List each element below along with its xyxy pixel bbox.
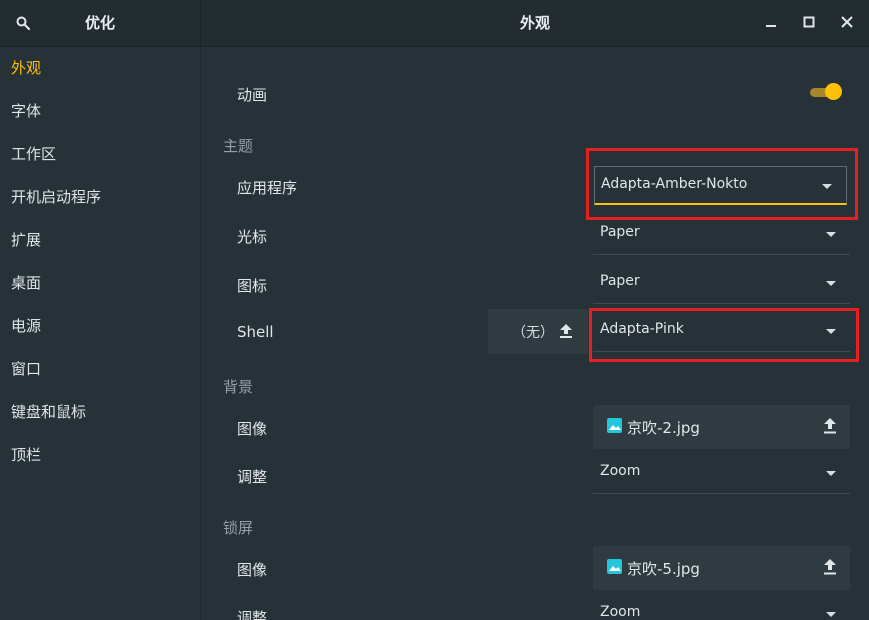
icon-theme-label: 图标: [237, 277, 268, 295]
switch-knob: [825, 83, 842, 100]
bg-image-chooser[interactable]: 京吹-2.jpg: [593, 405, 850, 449]
sidebar-title: 优化: [84, 14, 115, 32]
lock-adjust-dropdown[interactable]: Zoom: [593, 595, 850, 620]
icon-theme-dropdown[interactable]: Paper: [593, 264, 850, 304]
cursor-theme-label: 光标: [237, 228, 268, 246]
animation-switch[interactable]: [808, 83, 842, 101]
sidebar-item-startup-apps[interactable]: 开机启动程序: [0, 176, 200, 219]
minimize-icon: [766, 25, 776, 27]
sidebar-item-power[interactable]: 电源: [0, 305, 200, 348]
close-icon: [841, 16, 853, 28]
image-file-icon: [607, 418, 622, 433]
sidebar-item-keyboard-mouse[interactable]: 键盘和鼠标: [0, 391, 200, 434]
maximize-button[interactable]: [797, 10, 821, 34]
chevron-down-icon: [826, 612, 836, 617]
icon-theme-value: Paper: [600, 273, 640, 289]
lockscreen-section-label: 锁屏: [223, 519, 254, 537]
shell-none-button[interactable]: （无）: [488, 309, 588, 354]
lock-adjust-value: Zoom: [600, 604, 641, 620]
sidebar-header: 优化: [0, 0, 201, 47]
lock-adjust-label: 调整: [237, 609, 268, 620]
main-content: 动画 主题 应用程序 Adapta-Amber-Nokto 光标 Paper 图…: [202, 47, 869, 620]
sidebar: 外观 字体 工作区 开机启动程序 扩展 桌面 电源 窗口 键盘和鼠标 顶栏: [0, 47, 201, 620]
animation-label: 动画: [237, 86, 268, 104]
bg-image-filename: 京吹-2.jpg: [627, 419, 700, 437]
sidebar-item-extensions[interactable]: 扩展: [0, 219, 200, 262]
lock-image-filename: 京吹-5.jpg: [627, 560, 700, 578]
background-section-label: 背景: [223, 378, 254, 396]
lock-image-label: 图像: [237, 561, 268, 579]
main-header: 外观: [201, 0, 869, 47]
chevron-down-icon: [826, 232, 836, 237]
upload-icon: [824, 418, 836, 438]
bg-adjust-dropdown[interactable]: Zoom: [593, 454, 850, 494]
sidebar-item-windows[interactable]: 窗口: [0, 348, 200, 391]
maximize-icon: [803, 16, 815, 28]
upload-icon: [824, 559, 836, 579]
chevron-down-icon: [826, 281, 836, 286]
sidebar-item-fonts[interactable]: 字体: [0, 90, 200, 133]
sidebar-item-workspaces[interactable]: 工作区: [0, 133, 200, 176]
shell-theme-label: Shell: [237, 323, 274, 341]
cursor-theme-value: Paper: [600, 224, 640, 240]
highlight-box: [586, 148, 858, 220]
app-theme-label: 应用程序: [237, 179, 298, 197]
shell-none-label: （无）: [512, 325, 554, 341]
sidebar-item-desktop[interactable]: 桌面: [0, 262, 200, 305]
search-button[interactable]: [10, 10, 36, 36]
sidebar-item-top-bar[interactable]: 顶栏: [0, 434, 200, 477]
sidebar-item-appearance[interactable]: 外观: [0, 47, 200, 90]
chevron-down-icon: [826, 471, 836, 476]
themes-section-label: 主题: [223, 137, 254, 155]
highlight-box: [589, 308, 859, 362]
bg-image-label: 图像: [237, 420, 268, 438]
lock-image-chooser[interactable]: 京吹-5.jpg: [593, 546, 850, 590]
bg-adjust-label: 调整: [237, 468, 268, 486]
upload-icon: [560, 323, 572, 342]
close-button[interactable]: [835, 10, 859, 34]
image-file-icon: [607, 559, 622, 574]
bg-adjust-value: Zoom: [600, 463, 641, 479]
cursor-theme-dropdown[interactable]: Paper: [593, 215, 850, 255]
minimize-button[interactable]: [759, 10, 783, 34]
search-icon: [16, 16, 30, 30]
